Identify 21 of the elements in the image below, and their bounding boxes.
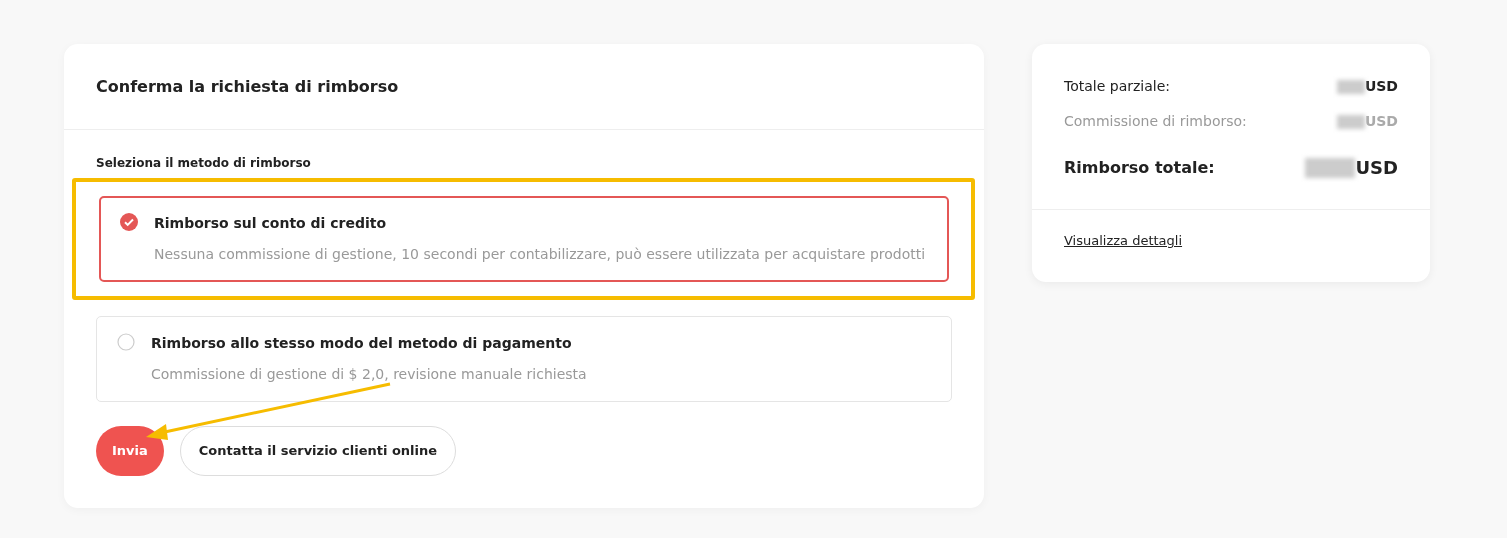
card-title: Conferma la richiesta di rimborso bbox=[64, 44, 984, 130]
check-circle-icon[interactable] bbox=[120, 213, 138, 231]
contact-button[interactable]: Contatta il servizio clienti online bbox=[179, 426, 457, 476]
refund-option[interactable]: Rimborso sul conto di credito Nessuna commissione di gestione, 10 secondi per contabilizzare, può essere utilizzata per acquistare prodotti bbox=[99, 196, 949, 282]
redacted-amount bbox=[1336, 114, 1365, 129]
currency-label: USD bbox=[1364, 112, 1398, 131]
summary-label: Commissione di rimborso: bbox=[1064, 112, 1247, 131]
currency-label: USD bbox=[1355, 156, 1398, 180]
option-title: Rimborso allo stesso modo del metodo di pagamento bbox=[151, 334, 573, 353]
summary-label: Rimborso totale: bbox=[1064, 156, 1215, 179]
option-title: Rimborso sul conto di credito bbox=[154, 214, 388, 233]
option-description: Commissione di gestione di $ 2,0, revisione manuale richiesta bbox=[151, 365, 587, 384]
option-description: Nessuna commissione di gestione, 10 secondi per contabilizzare, può essere utilizzata per acquistare prodotti bbox=[154, 245, 926, 264]
redacted-amount bbox=[1336, 79, 1365, 94]
redacted-amount bbox=[1305, 157, 1356, 178]
summary-label: Totale parziale: bbox=[1064, 77, 1171, 96]
section-label: Seleziona il metodo di rimborso bbox=[96, 155, 312, 172]
refund-option[interactable]: Rimborso allo stesso modo del metodo di pagamento Commissione di gestione di $ 2,0, revisione manuale richiesta bbox=[96, 316, 952, 402]
details-link[interactable]: Visualizza dettagli bbox=[1064, 233, 1183, 248]
radio-button[interactable] bbox=[117, 333, 135, 351]
currency-label: USD bbox=[1364, 77, 1398, 96]
